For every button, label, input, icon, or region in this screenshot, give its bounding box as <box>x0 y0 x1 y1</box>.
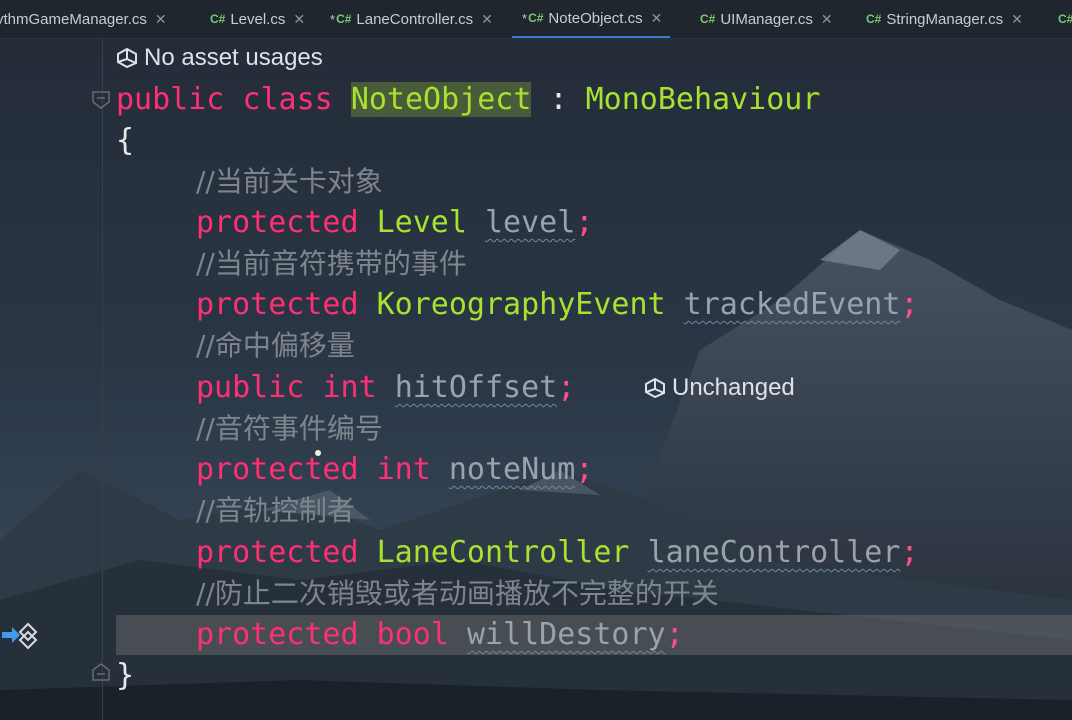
semicolon: ; <box>557 370 576 405</box>
close-icon[interactable]: ✕ <box>1011 11 1023 28</box>
tab-level[interactable]: C# Level.cs ✕ <box>210 0 305 38</box>
fold-close-icon[interactable] <box>91 662 111 682</box>
asset-usages-hint[interactable]: No asset usages <box>116 44 323 72</box>
close-icon[interactable]: ✕ <box>821 11 833 28</box>
comment-line[interactable]: //音轨控制者 <box>196 491 355 531</box>
tab-ui-manager[interactable]: C# UIManager.cs ✕ <box>700 0 833 38</box>
field-destroy-line[interactable]: protected bool willDestory; <box>196 615 684 655</box>
close-icon[interactable]: ✕ <box>481 11 493 28</box>
tab-lane-controller[interactable]: * C# LaneController.cs ✕ <box>330 0 493 38</box>
field-name: hitOffset <box>394 370 558 405</box>
field-offset-line[interactable]: public int hitOffset; <box>196 368 575 408</box>
tab-label: NoteObject.cs <box>548 9 643 27</box>
tab-label: Level.cs <box>230 10 286 28</box>
type-name: LaneController <box>376 535 630 570</box>
csharp-file-icon: C# <box>700 12 716 26</box>
unchanged-text: Unchanged <box>672 374 795 401</box>
unity-icon <box>117 47 137 69</box>
field-level-line[interactable]: protected Level level; <box>196 203 593 243</box>
brace: } <box>116 658 135 693</box>
comment-line[interactable]: //当前音符携带的事件 <box>196 244 467 284</box>
tab-label: UIManager.cs <box>720 10 813 28</box>
field-name: willDestory <box>466 617 666 652</box>
keyword: protected <box>196 287 359 322</box>
tab-note-object[interactable]: * C# NoteObject.cs ✕ <box>512 0 671 38</box>
close-icon[interactable]: ✕ <box>155 11 167 28</box>
gutter-separator <box>102 38 103 720</box>
unchanged-hint[interactable]: Unchanged <box>644 374 795 402</box>
colon: : <box>549 82 568 117</box>
type-name: int <box>322 370 377 405</box>
field-name: laneController <box>647 535 901 570</box>
open-brace-line[interactable]: { <box>116 121 134 161</box>
semicolon: ; <box>575 452 594 487</box>
asset-usages-text: No asset usages <box>144 44 323 71</box>
tab-label: ythmGameManager.cs <box>0 10 147 28</box>
field-name: level <box>485 205 576 240</box>
comment-line[interactable]: //当前关卡对象 <box>196 162 383 202</box>
field-name: trackedEvent <box>683 287 901 322</box>
close-brace-line[interactable]: } <box>116 656 134 696</box>
type-name: KoreographyEvent <box>376 287 666 322</box>
field-name: noteNum <box>448 452 576 487</box>
csharp-file-icon: C# <box>210 12 226 26</box>
close-icon[interactable]: ✕ <box>651 10 663 27</box>
keyword: class <box>242 82 333 117</box>
csharp-file-icon: C# <box>528 11 544 25</box>
keyword: protected <box>196 452 359 487</box>
tab-string-manager[interactable]: C# StringManager.cs ✕ <box>866 0 1023 38</box>
editor-tab-bar: ythmGameManager.cs ✕ C# Level.cs ✕ * C# … <box>0 0 1072 39</box>
base-class: MonoBehaviour <box>585 82 821 117</box>
fold-open-icon[interactable] <box>91 90 111 110</box>
tab-rhythm-game-manager[interactable]: ythmGameManager.cs ✕ <box>0 0 167 38</box>
comment-line[interactable]: //音符事件编号 <box>196 409 383 449</box>
keyword: public <box>116 82 225 117</box>
class-name: NoteObject <box>350 82 532 117</box>
type-name: bool <box>376 617 449 652</box>
keyword: protected <box>196 617 359 652</box>
csharp-file-icon: C# <box>866 12 882 26</box>
field-lane-line[interactable]: protected LaneController laneController; <box>196 533 919 573</box>
tab-label: StringManager.cs <box>886 10 1004 28</box>
class-declaration-line[interactable]: public class NoteObject : MonoBehaviour <box>116 80 820 120</box>
brace: { <box>116 123 135 158</box>
semicolon: ; <box>900 535 919 570</box>
tab-overflow[interactable]: C# <box>1058 0 1072 38</box>
modified-mark: * <box>522 10 528 26</box>
semicolon: ; <box>900 287 919 322</box>
close-icon[interactable]: ✕ <box>293 11 305 28</box>
keyword: public <box>196 370 305 405</box>
keyword: protected <box>196 535 359 570</box>
semicolon: ; <box>665 617 684 652</box>
unity-icon <box>645 377 665 399</box>
keyword: protected <box>196 205 359 240</box>
type-name: int <box>376 452 431 487</box>
semicolon: ; <box>575 205 594 240</box>
field-event-line[interactable]: protected KoreographyEvent trackedEvent; <box>196 285 918 325</box>
tab-label: LaneController.cs <box>356 10 474 28</box>
field-notenum-line[interactable]: protected int noteNum; <box>196 450 593 490</box>
csharp-file-icon: C# <box>336 12 352 26</box>
type-name: Level <box>376 205 467 240</box>
csharp-file-icon: C# <box>1058 12 1072 26</box>
comment-line[interactable]: //命中偏移量 <box>196 326 355 366</box>
modified-mark: * <box>330 11 336 27</box>
implementation-marker-icon[interactable] <box>0 620 40 650</box>
comment-line[interactable]: //防止二次销毁或者动画播放不完整的开关 <box>196 574 719 614</box>
